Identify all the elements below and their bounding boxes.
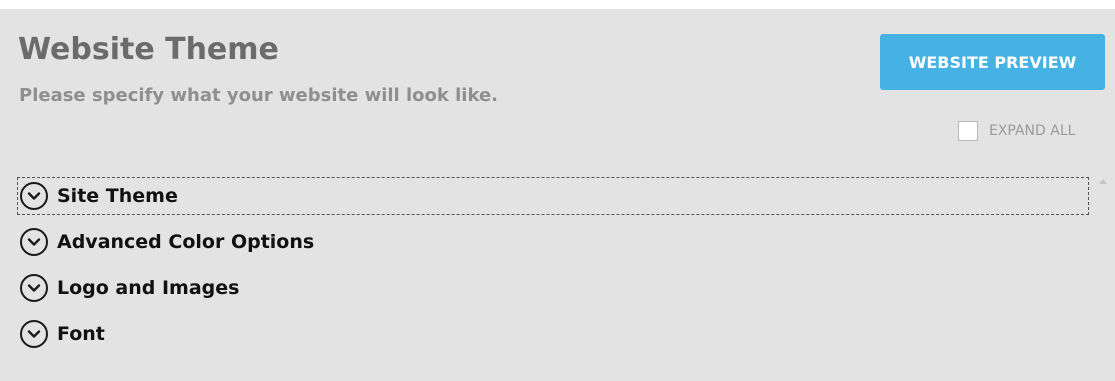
page-title: Website Theme xyxy=(18,32,279,67)
section-label: Logo and Images xyxy=(57,277,240,299)
accordion-sections: Site Theme Advanced Color Options Logo a… xyxy=(17,177,1089,361)
website-preview-button[interactable]: WEBSITE PREVIEW xyxy=(880,34,1105,90)
expand-all-toggle[interactable]: EXPAND ALL xyxy=(958,120,1075,142)
section-site-theme[interactable]: Site Theme xyxy=(17,177,1089,215)
section-label: Font xyxy=(57,323,105,345)
chevron-down-icon xyxy=(20,274,48,302)
section-label: Site Theme xyxy=(57,185,178,207)
scroll-up-arrow-icon[interactable] xyxy=(1099,179,1107,184)
page-subtitle: Please specify what your website will lo… xyxy=(19,85,499,106)
expand-all-checkbox[interactable] xyxy=(958,121,978,141)
website-theme-panel: Website Theme Please specify what your w… xyxy=(0,9,1115,381)
chevron-down-icon xyxy=(20,228,48,256)
section-advanced-color-options[interactable]: Advanced Color Options xyxy=(18,223,1089,261)
section-logo-and-images[interactable]: Logo and Images xyxy=(18,269,1089,307)
expand-all-label: EXPAND ALL xyxy=(989,123,1076,139)
section-label: Advanced Color Options xyxy=(57,231,315,253)
chevron-down-icon xyxy=(20,182,48,210)
chevron-down-icon xyxy=(20,320,48,348)
section-font[interactable]: Font xyxy=(18,315,1089,353)
